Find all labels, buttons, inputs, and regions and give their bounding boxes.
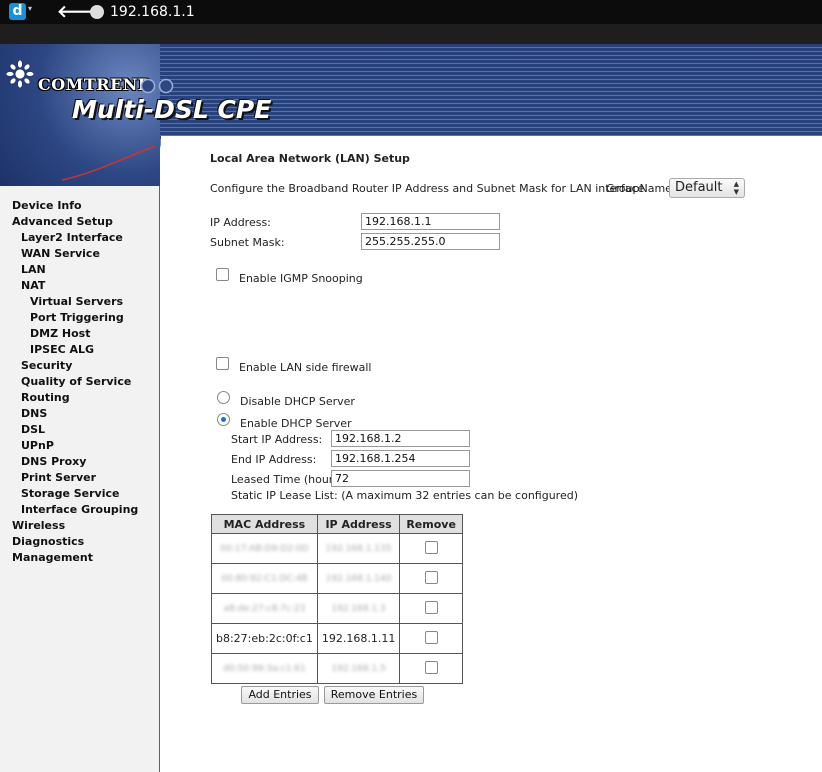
- comtrend-logo-icon: [6, 60, 34, 88]
- sidebar-item-wan-service[interactable]: WAN Service: [21, 247, 100, 260]
- sidebar-item-virtual-servers[interactable]: Virtual Servers: [30, 295, 123, 308]
- table-row: 00:17:AB:D9:D2:0D 192.168.1.135: [211, 533, 463, 564]
- chevron-down-icon[interactable]: ▾: [28, 4, 32, 13]
- remove-cell: [399, 563, 463, 594]
- end-ip-field[interactable]: [331, 450, 470, 467]
- group-name-select[interactable]: Default ▲ ▼: [669, 178, 745, 198]
- select-arrows-icon: ▲ ▼: [733, 180, 739, 196]
- page-description: Configure the Broadband Router IP Addres…: [210, 182, 648, 195]
- enable-dhcp-radio[interactable]: [217, 413, 230, 426]
- sidebar-item-storage-service[interactable]: Storage Service: [21, 487, 119, 500]
- main-content: Local Area Network (LAN) Setup Configure…: [161, 136, 822, 772]
- group-name-value: Default: [675, 180, 723, 195]
- sidebar-item-nat[interactable]: NAT: [21, 279, 45, 292]
- remove-cell: [399, 623, 463, 654]
- mac-cell: a8:de:27:c8:7c:23: [211, 593, 318, 624]
- sidebar-item-dmz-host[interactable]: DMZ Host: [30, 327, 90, 340]
- remove-checkbox[interactable]: [424, 540, 438, 554]
- table-row: a8:de:27:c8:7c:23 192.168.1.3: [211, 593, 463, 624]
- remove-header: Remove: [399, 514, 463, 534]
- ip-address-field[interactable]: [361, 213, 500, 230]
- globe-icon: [90, 5, 104, 19]
- ip-cell: 192.168.1.5: [316, 653, 401, 684]
- sidebar-nav: Device Info Advanced Setup Layer2 Interf…: [0, 186, 160, 772]
- red-swoosh-icon: [61, 145, 156, 181]
- sidebar-item-device-info[interactable]: Device Info: [12, 199, 82, 212]
- page-title: Local Area Network (LAN) Setup: [210, 152, 410, 165]
- sidebar-item-security[interactable]: Security: [21, 359, 72, 372]
- browser-toolbar: d ▾ 🡐 192.168.1.1: [0, 0, 822, 24]
- end-ip-label: End IP Address:: [231, 453, 317, 466]
- brand-name: COMTREND: [38, 75, 153, 94]
- product-name: Multi-DSL CPE: [72, 95, 272, 124]
- ip-cell: 192.168.1.140: [316, 563, 401, 594]
- sidebar-item-dns[interactable]: DNS: [21, 407, 47, 420]
- subnet-mask-field[interactable]: [361, 233, 500, 250]
- ip-address-header: IP Address: [316, 514, 401, 534]
- enable-dhcp-label: Enable DHCP Server: [240, 417, 352, 430]
- sidebar-item-diagnostics[interactable]: Diagnostics: [12, 535, 84, 548]
- disable-dhcp-radio[interactable]: [217, 391, 230, 404]
- sidebar-item-ipsec-alg[interactable]: IPSEC ALG: [30, 343, 94, 356]
- add-entries-button[interactable]: Add Entries: [241, 686, 319, 704]
- sidebar-item-interface-grouping[interactable]: Interface Grouping: [21, 503, 138, 516]
- mac-cell: 00:17:AB:D9:D2:0D: [211, 533, 318, 564]
- lease-time-label: Leased Time (hour):: [231, 473, 342, 486]
- sidebar-item-dsl[interactable]: DSL: [21, 423, 45, 436]
- sidebar-item-upnp[interactable]: UPnP: [21, 439, 54, 452]
- sidebar-item-advanced-setup[interactable]: Advanced Setup: [12, 215, 113, 228]
- table-row: 00:80:92:C1:DC:4B 192.168.1.140: [211, 563, 463, 594]
- ip-cell: 192.168.1.11: [316, 623, 401, 654]
- lease-time-field[interactable]: [331, 470, 470, 487]
- static-lease-note: Static IP Lease List: (A maximum 32 entr…: [231, 489, 579, 502]
- mac-cell: 00:80:92:C1:DC:4B: [211, 563, 318, 594]
- mac-cell: d0:50:99:3a:c1:61: [211, 653, 318, 684]
- table-row: d0:50:99:3a:c1:61 192.168.1.5: [211, 653, 463, 684]
- d-browser-icon[interactable]: d: [9, 3, 26, 20]
- table-row: b8:27:eb:2c:0f:c1 192.168.1.11: [211, 623, 463, 654]
- start-ip-label: Start IP Address:: [231, 433, 323, 446]
- address-bar[interactable]: 192.168.1.1: [110, 4, 195, 20]
- remove-cell: [399, 653, 463, 684]
- sidebar-item-wireless[interactable]: Wireless: [12, 519, 65, 532]
- remove-entries-button[interactable]: Remove Entries: [324, 686, 424, 704]
- sidebar-item-routing[interactable]: Routing: [21, 391, 70, 404]
- mac-cell: b8:27:eb:2c:0f:c1: [211, 623, 318, 654]
- disable-dhcp-label: Disable DHCP Server: [240, 395, 355, 408]
- sidebar-item-lan[interactable]: LAN: [21, 263, 46, 276]
- browser-toolbar-lower: [0, 24, 822, 44]
- remove-cell: [399, 533, 463, 564]
- lan-firewall-label: Enable LAN side firewall: [239, 361, 372, 374]
- sidebar-item-quality-of-service[interactable]: Quality of Service: [21, 375, 131, 388]
- sidebar-item-dns-proxy[interactable]: DNS Proxy: [21, 455, 86, 468]
- igmp-snooping-label: Enable IGMP Snooping: [239, 272, 363, 285]
- igmp-snooping-checkbox[interactable]: [216, 268, 229, 281]
- banner-stripes: [160, 44, 822, 139]
- sidebar-item-management[interactable]: Management: [12, 551, 93, 564]
- ip-cell: 192.168.1.3: [316, 593, 401, 624]
- remove-checkbox[interactable]: [424, 630, 438, 644]
- remove-cell: [399, 593, 463, 624]
- sidebar-item-port-triggering[interactable]: Port Triggering: [30, 311, 124, 324]
- subnet-mask-label: Subnet Mask:: [210, 236, 285, 249]
- static-lease-table: MAC Address IP Address Remove 00:17:AB:D…: [211, 514, 463, 684]
- ip-address-label: IP Address:: [210, 216, 271, 229]
- group-name-label: GroupName: [606, 182, 672, 195]
- remove-checkbox[interactable]: [424, 570, 438, 584]
- start-ip-field[interactable]: [331, 430, 470, 447]
- decorative-circles-icon: [140, 78, 174, 94]
- mac-address-header: MAC Address: [211, 514, 318, 534]
- remove-checkbox[interactable]: [424, 600, 438, 614]
- lan-firewall-checkbox[interactable]: [216, 357, 229, 370]
- ip-cell: 192.168.1.135: [316, 533, 401, 564]
- sidebar-item-layer2-interface[interactable]: Layer2 Interface: [21, 231, 123, 244]
- remove-checkbox[interactable]: [424, 660, 438, 674]
- table-header-row: MAC Address IP Address Remove: [211, 514, 463, 534]
- sidebar-item-print-server[interactable]: Print Server: [21, 471, 96, 484]
